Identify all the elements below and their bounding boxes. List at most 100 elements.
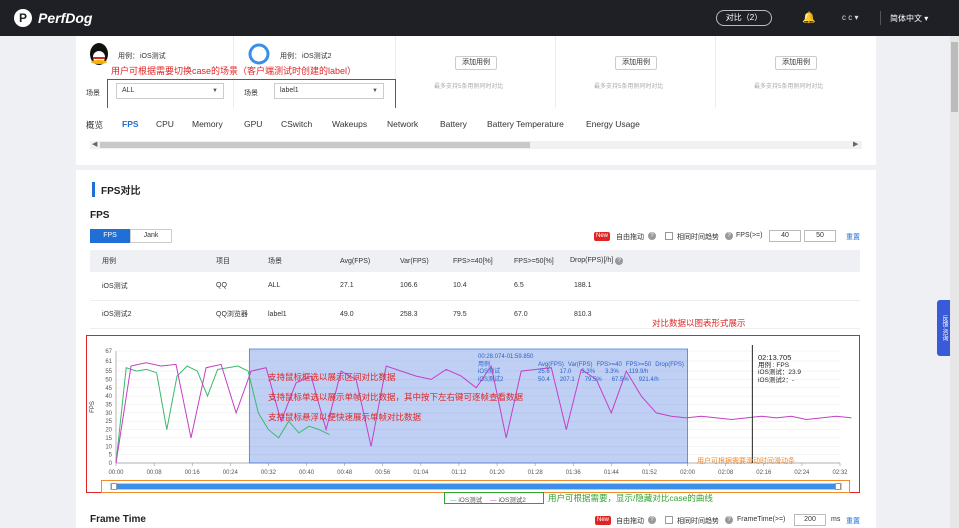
- tab-cpu[interactable]: CPU: [156, 119, 174, 129]
- new-badge: New: [595, 516, 612, 525]
- qq-icon: [90, 43, 108, 65]
- cell-project: QQ: [216, 272, 268, 301]
- frame-time-threshold-input[interactable]: 200: [794, 514, 826, 526]
- tab-network[interactable]: Network: [387, 119, 418, 129]
- cell-avg: 27.1: [340, 272, 400, 301]
- header-scene: 场景: [268, 250, 340, 272]
- add-case-slot-3: 添加用例 最多支持5条用例同时对比: [716, 36, 876, 108]
- fps-threshold-input-2[interactable]: 50: [804, 230, 836, 242]
- segment-fps[interactable]: FPS: [90, 229, 130, 243]
- add-case-button[interactable]: 添加用例: [615, 56, 657, 70]
- annotation-legend-toggle: 用户可根据需要，显示/隐藏对比case的曲线: [548, 493, 713, 503]
- add-case-hint: 最多支持5条用例同时对比: [434, 84, 504, 90]
- page-scrollbar[interactable]: [950, 36, 959, 528]
- frame-time-threshold-label: FrameTime(>=): [737, 516, 786, 523]
- free-drag-label: 自由拖动: [616, 234, 644, 241]
- frame-time-title: Frame Time: [90, 514, 146, 525]
- free-drag-label: 自由拖动: [616, 518, 644, 525]
- cell-fps40: 10.4: [453, 272, 514, 301]
- header-case: 用例: [90, 250, 216, 272]
- header-fps-40: FPS>=40[%]: [453, 250, 514, 272]
- frame-time-unit: ms: [831, 516, 841, 523]
- tab-memory[interactable]: Memory: [192, 119, 223, 129]
- tab-energy-usage[interactable]: Energy Usage: [586, 119, 640, 129]
- slider-handle-left[interactable]: [111, 483, 117, 490]
- cell-fps50: 6.5: [514, 272, 570, 301]
- relative-trend-checkbox[interactable]: [665, 232, 673, 240]
- section-title: FPS对比: [92, 182, 140, 197]
- help-icon[interactable]: ?: [725, 516, 733, 524]
- relative-trend-label: 相同时间趋势: [677, 518, 719, 525]
- cell-drop: 188.1: [570, 272, 860, 301]
- language-select[interactable]: 简体中文 ▾: [890, 13, 928, 24]
- perfdog-logo-icon: P: [14, 9, 32, 27]
- segment-jank[interactable]: Jank: [130, 229, 172, 243]
- add-case-slot-1: 添加用例 最多支持5条用例同时对比: [396, 36, 556, 108]
- relative-trend-label: 相同时间趋势: [677, 234, 719, 241]
- add-case-slot-2: 添加用例 最多支持5条用例同时对比: [556, 36, 716, 108]
- fps-threshold-label: FPS(>=): [736, 232, 763, 239]
- add-case-button[interactable]: 添加用例: [775, 56, 817, 70]
- annotation-hover: 支持鼠标悬浮以便快速展示单帧对比数据: [268, 412, 422, 422]
- tabs-scrollbar[interactable]: ◀ ▶: [90, 141, 862, 149]
- compare-button[interactable]: 对比（2）: [716, 10, 772, 26]
- help-icon[interactable]: ?: [648, 516, 656, 524]
- annotation-box-case-switch: [107, 79, 396, 109]
- slider-handle-right[interactable]: [835, 483, 841, 490]
- help-icon[interactable]: ?: [725, 232, 733, 240]
- annotation-box-chart: [86, 335, 860, 493]
- reset-link[interactable]: 重置: [846, 516, 860, 526]
- header-avg-fps: Avg(FPS): [340, 250, 400, 272]
- tab-gpu[interactable]: GPU: [244, 119, 262, 129]
- tab-wakeups[interactable]: Wakeups: [332, 119, 367, 129]
- feedback-float-button[interactable]: 反馈·咨询: [937, 300, 951, 356]
- tab-battery[interactable]: Battery: [440, 119, 467, 129]
- scroll-left-icon[interactable]: ◀: [92, 140, 97, 148]
- cell-project: QQ浏览器: [216, 300, 268, 329]
- header-project: 项目: [216, 250, 268, 272]
- help-icon[interactable]: ?: [648, 232, 656, 240]
- cell-scene: ALL: [268, 272, 340, 301]
- header-drop-fps: Drop(FPS)[/h] ?: [570, 250, 860, 272]
- tab-cswitch[interactable]: CSwitch: [281, 119, 312, 129]
- chart-legend: — iOS测试 — iOS测试2: [450, 494, 526, 504]
- scene-label: 场景: [86, 90, 100, 97]
- cell-var: 258.3: [400, 300, 453, 329]
- page-scrollbar-thumb[interactable]: [951, 42, 958, 112]
- bell-icon[interactable]: 🔔: [802, 11, 816, 24]
- time-slider-track[interactable]: [110, 483, 842, 490]
- help-icon[interactable]: ?: [615, 257, 624, 265]
- annotation-chart-compare: 对比数据以图表形式展示: [652, 318, 746, 328]
- new-badge: New: [594, 232, 611, 241]
- add-case-button[interactable]: 添加用例: [455, 56, 497, 70]
- fps-title: FPS: [90, 210, 110, 221]
- add-case-hint: 最多支持5条用例同时对比: [594, 84, 664, 90]
- relative-trend-checkbox[interactable]: [665, 516, 673, 524]
- annotation-box-select: 支持鼠标框选以展示区间对比数据: [268, 372, 396, 382]
- annotation-slider: 用户可根据需要滑动时间滑动条: [697, 458, 795, 465]
- metric-tabs-panel: 概览 FPS CPU Memory GPU CSwitch Wakeups Ne…: [76, 108, 876, 165]
- table-row: iOS测试 QQ ALL 27.1 106.6 10.4 6.5 188.1: [90, 272, 860, 301]
- annotation-case-switch: 用户可根据需要切换case的场景（客户端测试时创建的label）: [111, 66, 357, 76]
- tab-battery-temperature[interactable]: Battery Temperature: [487, 119, 564, 129]
- cell-case: iOS测试: [90, 272, 216, 301]
- stats-header-row: 用例 项目 场景 Avg(FPS) Var(FPS) FPS>=40[%] FP…: [90, 250, 860, 272]
- cell-scene: label1: [268, 300, 340, 329]
- legend-item-ios-test[interactable]: — iOS测试: [450, 494, 482, 504]
- tab-overview[interactable]: 概览: [86, 119, 103, 131]
- scrollbar-thumb[interactable]: [100, 142, 530, 148]
- reset-link[interactable]: 重置: [846, 232, 860, 242]
- add-case-hint: 最多支持5条用例同时对比: [754, 84, 824, 90]
- user-menu[interactable]: c c ▾: [842, 13, 858, 22]
- cell-fps40: 79.5: [453, 300, 514, 329]
- legend-item-ios-test2[interactable]: — iOS测试2: [490, 494, 526, 504]
- header-fps-50: FPS>=50[%]: [514, 250, 570, 272]
- cell-fps50: 67.0: [514, 300, 570, 329]
- time-slider-range[interactable]: [117, 484, 835, 489]
- header-var-fps: Var(FPS): [400, 250, 453, 272]
- scroll-right-icon[interactable]: ▶: [853, 140, 858, 148]
- divider: [880, 11, 881, 25]
- qq-browser-icon: [248, 43, 270, 65]
- fps-threshold-input-1[interactable]: 40: [769, 230, 801, 242]
- tab-fps[interactable]: FPS: [122, 119, 139, 129]
